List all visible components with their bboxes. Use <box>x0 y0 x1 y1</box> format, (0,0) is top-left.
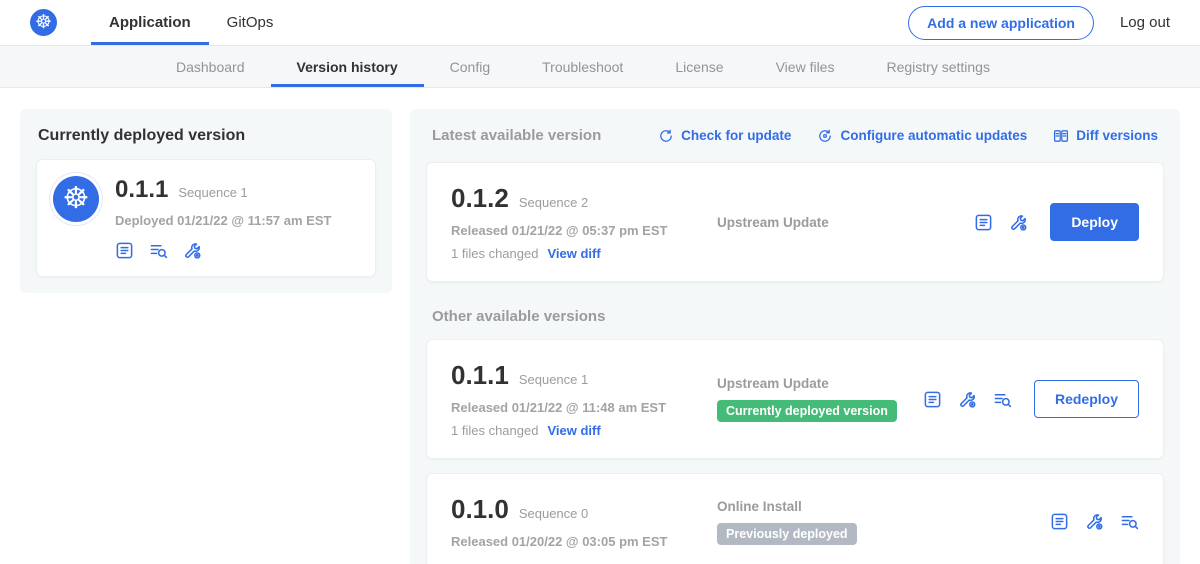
tab-gitops[interactable]: GitOps <box>209 0 292 45</box>
currently-deployed-panel: Currently deployed version ☸ 0.1.1 Seque… <box>20 109 392 293</box>
preflight-checks-icon[interactable] <box>1120 512 1139 531</box>
subnav-version-history[interactable]: Version history <box>271 46 424 87</box>
version-number: 0.1.2 <box>451 183 509 214</box>
released-timestamp: Released 01/20/22 @ 03:05 pm EST <box>451 534 703 549</box>
version-actions: Deploy <box>974 203 1139 241</box>
release-notes-icon[interactable] <box>1050 512 1069 531</box>
check-for-update-link[interactable]: Check for update <box>658 128 791 144</box>
version-actions: Redeploy <box>923 380 1139 418</box>
version-source: Upstream Update Currently deployed versi… <box>703 376 923 422</box>
version-source: Upstream Update <box>703 215 974 230</box>
deployed-version-card: ☸ 0.1.1 Sequence 1 Deployed 01/21/22 @ 1… <box>36 159 376 277</box>
view-diff-link[interactable]: View diff <box>547 246 600 261</box>
preflight-checks-icon[interactable] <box>149 241 168 260</box>
version-sequence: Sequence 1 <box>519 372 588 387</box>
released-timestamp: Released 01/21/22 @ 05:37 pm EST <box>451 223 703 238</box>
version-sequence: Sequence 2 <box>519 195 588 210</box>
files-changed: 1 files changed <box>451 423 538 438</box>
top-nav: Application GitOps <box>91 0 291 45</box>
redeploy-button[interactable]: Redeploy <box>1034 380 1139 418</box>
previously-deployed-badge: Previously deployed <box>717 523 857 545</box>
latest-available-title: Latest available version <box>432 127 601 144</box>
auto-update-icon <box>817 128 833 144</box>
config-wrench-icon[interactable] <box>1009 213 1028 232</box>
diff-versions-label: Diff versions <box>1076 128 1158 143</box>
released-timestamp: Released 01/21/22 @ 11:48 am EST <box>451 400 703 415</box>
version-info: 0.1.0 Sequence 0 Released 01/20/22 @ 03:… <box>451 494 703 549</box>
deployed-panel-title: Currently deployed version <box>38 127 374 145</box>
deployed-version-number: 0.1.1 <box>115 176 168 204</box>
version-card-0-1-1: 0.1.1 Sequence 1 Released 01/21/22 @ 11:… <box>426 339 1164 459</box>
deployed-action-icons <box>115 241 331 260</box>
diff-icon <box>1053 128 1069 144</box>
kots-admin-console: ☸ Application GitOps Add a new applicati… <box>0 0 1200 564</box>
deployed-timestamp: Deployed 01/21/22 @ 11:57 am EST <box>115 213 331 228</box>
version-source: Online Install Previously deployed <box>703 499 1050 545</box>
subnav-dashboard[interactable]: Dashboard <box>150 46 271 87</box>
version-sequence: Sequence 0 <box>519 506 588 521</box>
release-notes-icon[interactable] <box>115 241 134 260</box>
subnav-troubleshoot[interactable]: Troubleshoot <box>516 46 649 87</box>
source-label: Online Install <box>717 499 1050 514</box>
release-notes-icon[interactable] <box>974 213 993 232</box>
configure-automatic-updates-link[interactable]: Configure automatic updates <box>817 128 1027 144</box>
version-card-0-1-2: 0.1.2 Sequence 2 Released 01/21/22 @ 05:… <box>426 162 1164 282</box>
configure-automatic-updates-label: Configure automatic updates <box>840 128 1027 143</box>
subnav-config[interactable]: Config <box>424 46 516 87</box>
topbar-right: Add a new application Log out <box>908 0 1170 45</box>
source-label: Upstream Update <box>717 215 974 230</box>
topbar: ☸ Application GitOps Add a new applicati… <box>0 0 1200 46</box>
main-content: Currently deployed version ☸ 0.1.1 Seque… <box>0 88 1200 564</box>
app-subnav: Dashboard Version history Config Trouble… <box>0 46 1200 88</box>
preflight-checks-icon[interactable] <box>993 390 1012 409</box>
version-info: 0.1.1 Sequence 1 Released 01/21/22 @ 11:… <box>451 360 703 438</box>
subnav-registry-settings[interactable]: Registry settings <box>860 46 1015 87</box>
version-number: 0.1.0 <box>451 494 509 525</box>
other-versions-title: Other available versions <box>432 308 1158 325</box>
add-application-button[interactable]: Add a new application <box>908 6 1094 40</box>
view-diff-link[interactable]: View diff <box>547 423 600 438</box>
release-notes-icon[interactable] <box>923 390 942 409</box>
diff-versions-link[interactable]: Diff versions <box>1053 128 1158 144</box>
config-wrench-icon[interactable] <box>958 390 977 409</box>
files-changed: 1 files changed <box>451 246 538 261</box>
available-versions-panel: Latest available version Check for updat… <box>410 109 1180 564</box>
logout-link[interactable]: Log out <box>1120 14 1170 31</box>
version-card-0-1-0: 0.1.0 Sequence 0 Released 01/20/22 @ 03:… <box>426 473 1164 564</box>
subnav-license[interactable]: License <box>649 46 749 87</box>
app-icon: ☸ <box>53 176 99 222</box>
tab-application[interactable]: Application <box>91 0 209 45</box>
check-for-update-label: Check for update <box>681 128 791 143</box>
source-label: Upstream Update <box>717 376 923 391</box>
config-wrench-icon[interactable] <box>183 241 202 260</box>
currently-deployed-badge: Currently deployed version <box>717 400 897 422</box>
refresh-icon <box>658 128 674 144</box>
kubernetes-logo-icon: ☸ <box>30 9 57 36</box>
deploy-button[interactable]: Deploy <box>1050 203 1139 241</box>
deployed-sequence: Sequence 1 <box>178 185 247 200</box>
available-panel-header: Latest available version Check for updat… <box>426 125 1164 148</box>
version-actions <box>1050 512 1139 531</box>
deployed-version-info: 0.1.1 Sequence 1 Deployed 01/21/22 @ 11:… <box>115 176 331 260</box>
header-actions: Check for update Configure automatic upd… <box>658 128 1158 144</box>
subnav-view-files[interactable]: View files <box>750 46 861 87</box>
version-number: 0.1.1 <box>451 360 509 391</box>
version-info: 0.1.2 Sequence 2 Released 01/21/22 @ 05:… <box>451 183 703 261</box>
config-wrench-icon[interactable] <box>1085 512 1104 531</box>
